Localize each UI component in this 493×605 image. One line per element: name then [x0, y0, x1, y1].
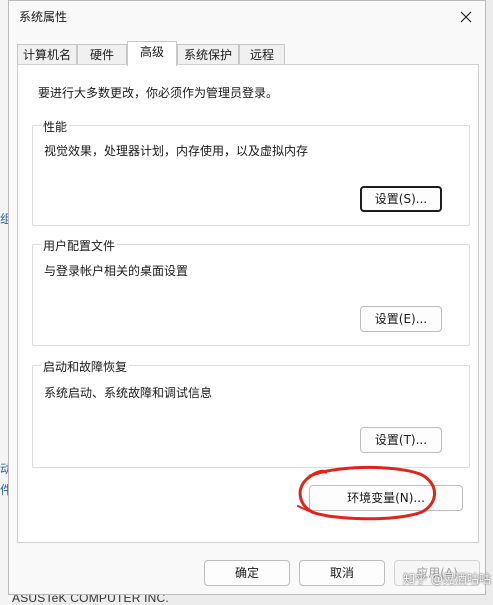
environment-variables-button[interactable]: 环境变量(N)... [309, 485, 463, 511]
user-profiles-group-label: 用户配置文件 [41, 237, 118, 254]
user-profiles-settings-button[interactable]: 设置(E)... [360, 306, 442, 332]
startup-recovery-settings-button[interactable]: 设置(T)... [360, 427, 442, 453]
advanced-tab-panel: 要进行大多数更改，你必须作为管理员登录。 性能 视觉效果，处理器计划，内存使用，… [17, 64, 479, 543]
dialog-title: 系统属性 [19, 10, 68, 24]
ok-button[interactable]: 确定 [204, 560, 290, 586]
close-button[interactable] [453, 5, 479, 29]
startup-recovery-group: 启动和故障恢复 系统启动、系统故障和调试信息 设置(T)... [32, 358, 470, 468]
cancel-button[interactable]: 取消 [299, 560, 385, 586]
tab-remote[interactable]: 远程 [239, 44, 285, 65]
close-icon [460, 11, 472, 23]
tab-computer-name[interactable]: 计算机名 [17, 44, 77, 65]
startup-recovery-group-label: 启动和故障恢复 [41, 358, 130, 375]
title-bar[interactable]: 系统属性 [9, 1, 485, 35]
user-profiles-description: 与登录帐户相关的桌面设置 [44, 264, 189, 278]
watermark: 知乎 @晃酒咕咕 [403, 572, 491, 586]
tab-system-protection[interactable]: 系统保护 [177, 44, 239, 65]
system-properties-dialog: 系统属性 计算机名 硬件 高级 系统保护 远程 要进行大多数更改，你必须作为管理… [8, 0, 486, 595]
startup-recovery-description: 系统启动、系统故障和调试信息 [44, 386, 213, 400]
tab-advanced[interactable]: 高级 [127, 41, 177, 66]
user-profiles-group: 用户配置文件 与登录帐户相关的桌面设置 设置(E)... [32, 237, 470, 346]
performance-description: 视觉效果，处理器计划，内存使用，以及虚拟内存 [44, 144, 309, 158]
performance-group: 性能 视觉效果，处理器计划，内存使用，以及虚拟内存 设置(S)... [32, 118, 470, 226]
admin-notice: 要进行大多数更改，你必须作为管理员登录。 [38, 86, 279, 100]
performance-group-label: 性能 [41, 118, 70, 135]
tab-hardware[interactable]: 硬件 [77, 44, 127, 65]
performance-settings-button[interactable]: 设置(S)... [360, 186, 442, 212]
